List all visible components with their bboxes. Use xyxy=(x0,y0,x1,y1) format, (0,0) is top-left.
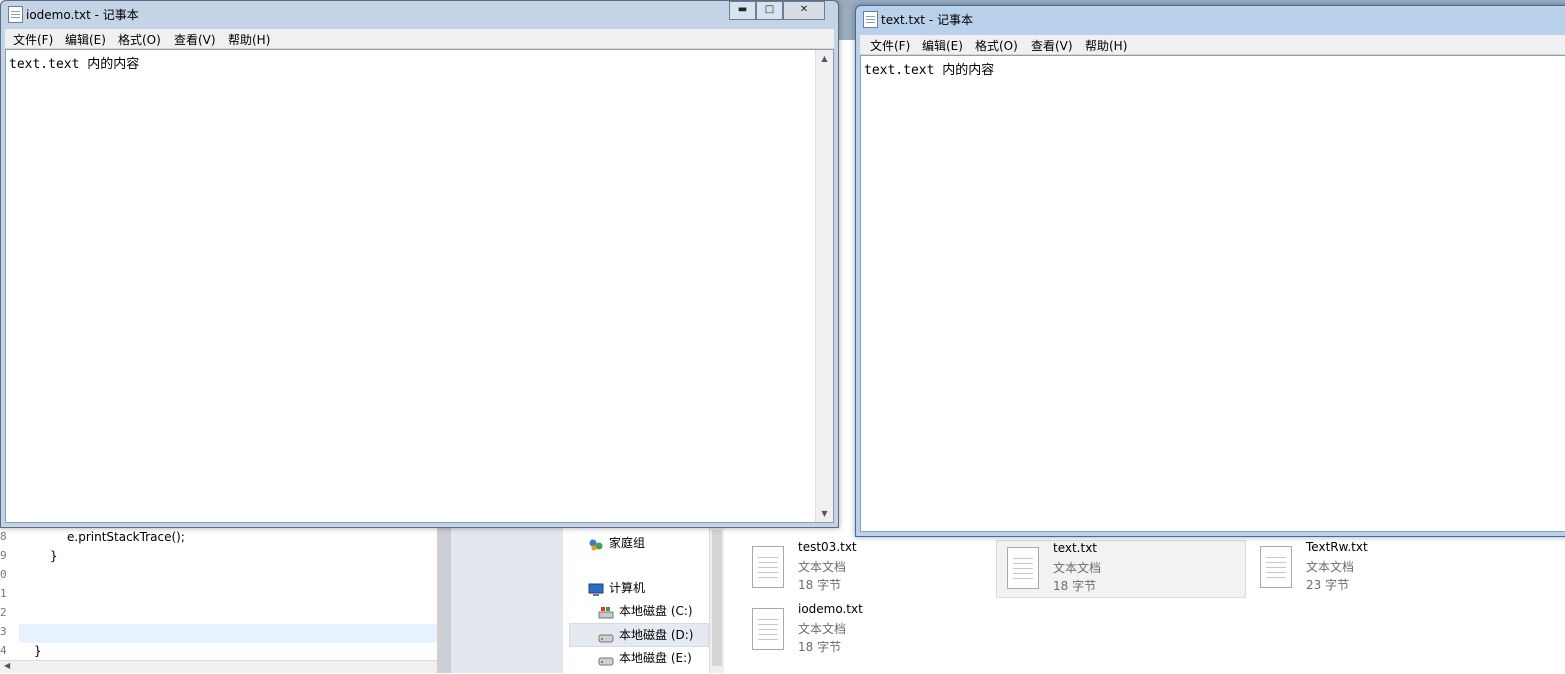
text-file-icon xyxy=(752,608,784,650)
window-titlebar[interactable]: text.txt - 记事本 xyxy=(856,6,1565,32)
nav-item-label: 计算机 xyxy=(609,581,646,595)
text-file-icon xyxy=(752,546,784,588)
file-size: 18 字节 xyxy=(1053,579,1097,593)
document-content[interactable]: text.text 内的内容 xyxy=(864,59,994,78)
file-name: test03.txt xyxy=(798,540,857,554)
text-file-icon xyxy=(1260,546,1292,588)
menu-edit[interactable]: 编辑(E) xyxy=(65,31,106,48)
scroll-up-arrow-icon[interactable]: ▲ xyxy=(816,50,833,67)
nav-item-label: 本地磁盘 (C:) xyxy=(619,604,693,618)
horizontal-scrollbar[interactable]: ◀ xyxy=(0,660,440,673)
nav-item-computer[interactable]: 计算机 xyxy=(563,577,708,599)
code-text: } xyxy=(50,549,58,563)
text-editor-area[interactable]: text.text 内的内容 xyxy=(860,55,1565,532)
notepad-window-text[interactable]: text.txt - 记事本 文件(F) 编辑(E) 格式(O) 查看(V) 帮… xyxy=(855,5,1565,537)
menu-bar: 文件(F) 编辑(E) 格式(O) 查看(V) 帮助(H) xyxy=(860,35,1565,55)
file-item-test03[interactable]: test03.txt 文本文档 18 字节 xyxy=(752,540,992,594)
notepad-icon xyxy=(8,6,23,23)
document-content[interactable]: text.text 内的内容 xyxy=(9,53,139,72)
line-number: 2 xyxy=(0,606,7,619)
file-size: 18 字节 xyxy=(798,640,842,654)
vertical-scrollbar[interactable]: ▲ ▼ xyxy=(815,50,833,522)
menu-format[interactable]: 格式(O) xyxy=(975,37,1018,54)
line-number: 8 xyxy=(0,530,7,543)
file-type: 文本文档 xyxy=(798,560,847,574)
file-item-text[interactable]: text.txt 文本文档 18 字节 xyxy=(996,540,1246,598)
file-item-textrw[interactable]: TextRw.txt 文本文档 23 字节 xyxy=(1260,540,1500,594)
menu-help[interactable]: 帮助(H) xyxy=(228,31,270,48)
code-line[interactable]: 8 e.printStackTrace(); xyxy=(0,530,440,549)
file-size: 23 字节 xyxy=(1306,578,1350,592)
file-name: TextRw.txt xyxy=(1306,540,1368,554)
menu-bar: 文件(F) 编辑(E) 格式(O) 查看(V) 帮助(H) xyxy=(5,29,834,49)
scroll-left-arrow-icon[interactable]: ◀ xyxy=(4,661,10,670)
menu-view[interactable]: 查看(V) xyxy=(174,31,216,48)
nav-item-label: 本地磁盘 (E:) xyxy=(619,651,692,665)
window-title: text.txt - 记事本 xyxy=(881,13,973,27)
menu-edit[interactable]: 编辑(E) xyxy=(922,37,963,54)
drive-icon xyxy=(598,652,614,666)
file-size: 18 字节 xyxy=(798,578,842,592)
line-number: 9 xyxy=(0,549,7,562)
nav-item-drive-e[interactable]: 本地磁盘 (E:) xyxy=(563,647,708,669)
file-type: 文本文档 xyxy=(798,622,847,636)
window-controls: ▬ □ ✕ xyxy=(729,1,829,20)
code-line[interactable]: 0 xyxy=(0,568,440,587)
notepad-icon xyxy=(863,11,878,28)
nav-item-homegroup[interactable]: 家庭组 xyxy=(563,532,708,554)
menu-file[interactable]: 文件(F) xyxy=(13,31,53,48)
scrollbar-thumb[interactable] xyxy=(712,530,722,666)
file-explorer: 家庭组 计算机 本地磁盘 (C:) 本地磁盘 (D:) 本地磁盘 (E:) te… xyxy=(563,526,1565,673)
code-line[interactable]: 3 xyxy=(0,625,440,644)
line-number: 4 xyxy=(0,644,7,657)
menu-view[interactable]: 查看(V) xyxy=(1031,37,1073,54)
file-item-iodemo[interactable]: iodemo.txt 文本文档 18 字节 xyxy=(752,602,992,656)
code-line[interactable]: 1 xyxy=(0,587,440,606)
computer-icon xyxy=(588,582,604,596)
file-type: 文本文档 xyxy=(1306,560,1355,574)
menu-help[interactable]: 帮助(H) xyxy=(1085,37,1127,54)
text-file-icon xyxy=(1007,547,1039,589)
nav-item-drive-c[interactable]: 本地磁盘 (C:) xyxy=(563,600,708,622)
nav-item-label: 本地磁盘 (D:) xyxy=(619,628,694,642)
code-line[interactable]: 9 } xyxy=(0,549,440,568)
file-name: text.txt xyxy=(1053,541,1098,555)
maximize-button[interactable]: □ xyxy=(756,1,783,20)
code-line[interactable]: 2 xyxy=(0,606,440,625)
scroll-down-arrow-icon[interactable]: ▼ xyxy=(816,505,833,522)
code-text: e.printStackTrace(); xyxy=(67,530,185,544)
navigation-pane: 家庭组 计算机 本地磁盘 (C:) 本地磁盘 (D:) 本地磁盘 (E:) xyxy=(563,526,724,673)
line-number: 0 xyxy=(0,568,7,581)
close-button[interactable]: ✕ xyxy=(783,1,825,20)
file-type: 文本文档 xyxy=(1053,561,1102,575)
nav-item-drive-d[interactable]: 本地磁盘 (D:) xyxy=(569,623,709,647)
nav-scrollbar[interactable] xyxy=(709,526,724,673)
homegroup-icon xyxy=(588,537,604,551)
line-number: 1 xyxy=(0,587,7,600)
line-number: 3 xyxy=(0,625,7,638)
text-editor-area[interactable]: text.text 内的内容 ▲ ▼ xyxy=(5,49,834,523)
menu-file[interactable]: 文件(F) xyxy=(870,37,910,54)
code-text: } xyxy=(34,644,42,658)
drive-icon xyxy=(598,629,614,643)
file-name: iodemo.txt xyxy=(798,602,863,616)
window-title: iodemo.txt - 记事本 xyxy=(26,8,139,22)
notepad-window-iodemo[interactable]: iodemo.txt - 记事本 ▬ □ ✕ 文件(F) 编辑(E) 格式(O)… xyxy=(0,0,839,528)
window-titlebar[interactable]: iodemo.txt - 记事本 ▬ □ ✕ xyxy=(1,1,838,27)
system-drive-icon xyxy=(598,605,614,619)
menu-format[interactable]: 格式(O) xyxy=(118,31,161,48)
nav-item-label: 家庭组 xyxy=(609,536,646,550)
minimize-button[interactable]: ▬ xyxy=(729,1,756,20)
